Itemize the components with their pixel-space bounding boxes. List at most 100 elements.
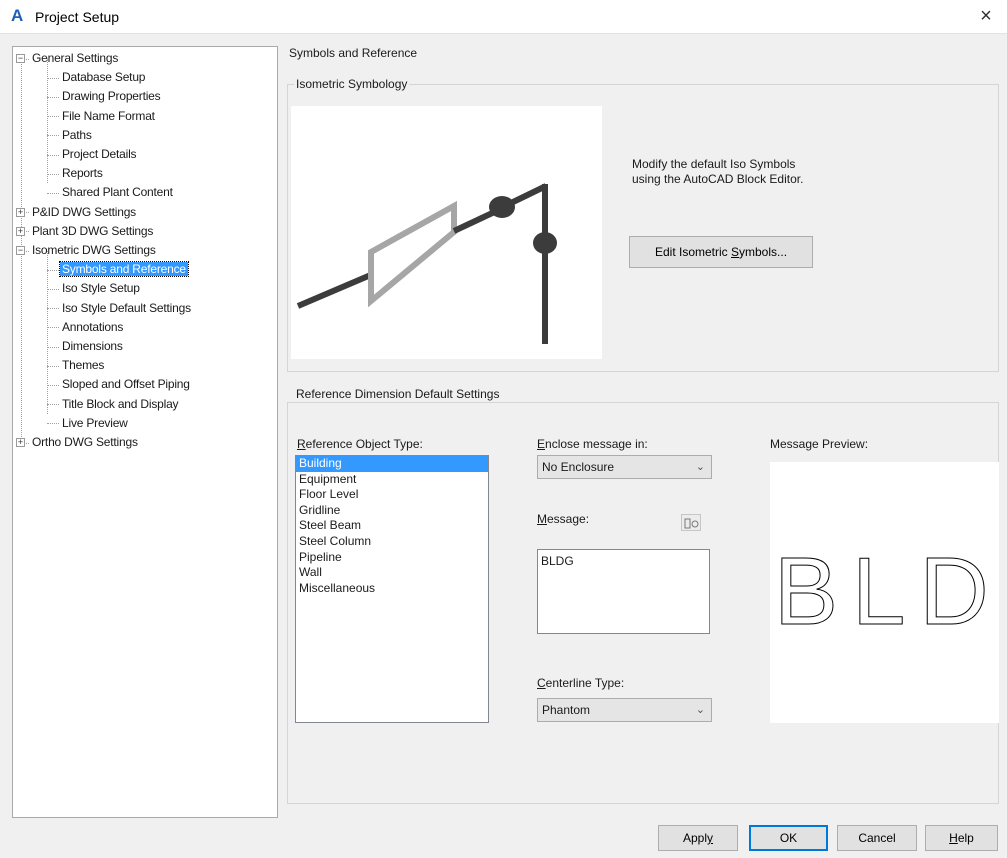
tree-item[interactable]: Shared Plant Content (60, 183, 175, 202)
tree-child-connector-line (47, 250, 48, 414)
tree-item[interactable]: Database Setup (60, 68, 147, 87)
tree-item[interactable]: General Settings (30, 49, 120, 68)
ref-type-accelerator: R (297, 437, 306, 451)
reference-object-type-label: Reference Object Type: (297, 437, 423, 451)
list-item[interactable]: Gridline (296, 503, 488, 519)
chevron-down-icon: ⌄ (695, 461, 705, 473)
settings-tree[interactable]: General Settings − Database Setup Drawing P… (12, 46, 278, 818)
centerline-type-label: Centerline Type: (537, 676, 624, 690)
centerline-accelerator: C (537, 676, 546, 690)
tree-branch-line (47, 77, 59, 79)
iso-symbol-preview (291, 106, 602, 359)
tree-item-label: Iso Style Default Settings (62, 300, 191, 315)
tree-item-label: Database Setup (62, 70, 146, 85)
list-item[interactable]: Floor Level (296, 487, 488, 503)
list-item[interactable]: Miscellaneous (296, 581, 488, 597)
tree-item-label: Isometric DWG Settings (32, 243, 156, 257)
tree-branch-line (47, 423, 59, 425)
tree-item[interactable]: P&ID DWG Settings (30, 203, 138, 222)
tree-item[interactable]: Project Details (60, 145, 138, 164)
apply-accelerator: y (707, 831, 714, 845)
tree-item-label: Plant 3D DWG Settings (32, 223, 154, 238)
centerline-label-text: enterline Type: (545, 676, 625, 690)
message-label: Message: (537, 512, 589, 526)
tree-branch-line (47, 385, 59, 386)
reference-object-type-list[interactable]: Building Equipment Floor Level Gridline Stee… (295, 455, 489, 723)
tree-item-label: Dimensions (62, 339, 123, 353)
tree-item[interactable]: Symbols and Reference (59, 260, 189, 279)
tree-item-label: P&ID DWG Settings (32, 204, 136, 219)
cancel-button[interactable]: Cancel (837, 825, 917, 851)
tree-branch-line (47, 308, 59, 310)
message-preview-label: Message Preview: (770, 437, 869, 451)
tree-branch-line (47, 116, 59, 118)
tree-item-label: General Settings (32, 51, 119, 65)
insert-field-icon[interactable] (681, 514, 701, 531)
edit-button-accelerator: S (731, 245, 740, 259)
list-item[interactable]: Steel Column (296, 534, 488, 550)
tree-item[interactable]: Reports (60, 164, 105, 183)
enclose-accelerator: E (537, 437, 546, 451)
expand-icon[interactable]: + (16, 207, 25, 217)
tree-item[interactable]: Ortho DWG Settings (30, 433, 140, 452)
tree-item[interactable]: File Name Format (60, 107, 157, 126)
tree-item-label: Iso Style Setup (62, 281, 140, 296)
tree-item-label: Drawing Properties (62, 89, 161, 104)
tree-item-label: Paths (62, 127, 92, 142)
apply-button[interactable]: Apply (658, 825, 738, 851)
tree-branch-line (47, 173, 59, 175)
message-preview-text: BLDG (774, 538, 999, 645)
tree-branch-line (47, 365, 59, 367)
tree-item-label: Ortho DWG Settings (32, 435, 138, 449)
tree-item[interactable]: Dimensions (60, 337, 125, 356)
chevron-down-icon: ⌄ (695, 704, 705, 716)
list-item[interactable]: Building (296, 456, 488, 472)
edit-button-label-post: ymbols... (739, 245, 788, 259)
centerline-type-dropdown[interactable]: Phantom ⌄ (537, 698, 712, 722)
list-item[interactable]: Steel Beam (296, 518, 488, 534)
enclose-label-text: nclose message in: (545, 437, 648, 451)
title-bar: A Project Setup × (0, 0, 1007, 34)
message-textarea[interactable]: BLDG (537, 549, 710, 634)
list-item[interactable]: Pipeline (296, 550, 488, 566)
tree-item[interactable]: Isometric DWG Settings (30, 241, 158, 260)
tree-item-label: Reports (62, 166, 103, 181)
enclose-message-label: Enclose message in: (537, 437, 648, 451)
tree-item[interactable]: Live Preview (60, 414, 130, 433)
enclose-message-dropdown[interactable]: No Enclosure ⌄ (537, 455, 712, 479)
tree-item[interactable]: Iso Style Default Settings (60, 299, 193, 318)
tree-item[interactable]: Annotations (60, 318, 125, 337)
window-title: Project Setup (35, 9, 120, 25)
description-line-1: Modify the default Iso Symbols (632, 157, 796, 171)
ref-type-label-text: eference Object Type: (305, 437, 423, 451)
tree-branch-line (47, 327, 59, 329)
apply-label: Appl (682, 831, 708, 845)
message-label-text: essage: (547, 512, 590, 526)
reference-dimension-label: Reference Dimension Default Settings (294, 387, 502, 401)
tree-item[interactable]: Sloped and Offset Piping (60, 375, 192, 394)
tree-item[interactable]: Paths (60, 126, 94, 145)
tree-branch-line (47, 154, 59, 156)
tree-item-label: Project Details (62, 147, 137, 161)
tree-item[interactable]: Plant 3D DWG Settings (30, 222, 155, 241)
edit-isometric-symbols-button[interactable]: Edit Isometric Symbols... (629, 236, 813, 268)
list-item[interactable]: Wall (296, 565, 488, 581)
collapse-icon[interactable]: − (16, 246, 25, 255)
description-line-2: using the AutoCAD Block Editor. (632, 172, 804, 186)
collapse-icon[interactable]: − (16, 54, 25, 63)
tree-item[interactable]: Themes (60, 356, 106, 375)
help-label: elp (957, 831, 974, 845)
tree-item[interactable]: Iso Style Setup (60, 279, 142, 298)
tree-branch-line (47, 193, 59, 194)
tree-item[interactable]: Drawing Properties (60, 87, 162, 106)
ok-button[interactable]: OK (749, 825, 828, 851)
help-button[interactable]: Help (925, 825, 998, 851)
centerline-value: Phantom (542, 703, 591, 717)
tree-item[interactable]: Title Block and Display (60, 395, 180, 414)
expand-icon[interactable]: + (16, 226, 25, 236)
edit-button-label-pre: Edit Isometric (654, 245, 731, 259)
iso-symbols-description: Modify the default Iso Symbols using the… (632, 157, 803, 187)
expand-icon[interactable]: + (16, 438, 25, 447)
list-item[interactable]: Equipment (296, 472, 488, 488)
close-icon[interactable]: × (975, 4, 997, 28)
